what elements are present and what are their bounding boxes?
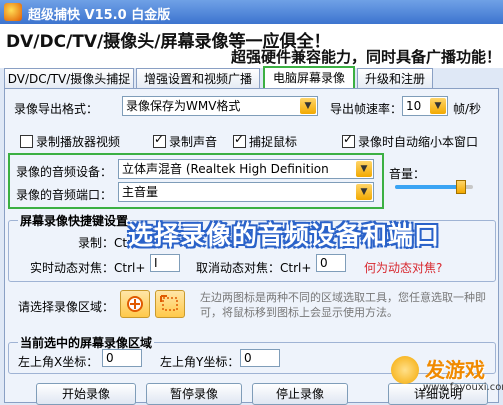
auto-minimize-label: 录像时自动缩小本窗口 xyxy=(358,135,479,149)
title-bar: 超级捕快 V15.0 白金版 xyxy=(0,0,503,24)
capture-mouse-label: 捕捉鼠标 xyxy=(249,135,298,149)
audio-port-label: 录像的音频端口： xyxy=(16,188,113,202)
fps-unit: 帧/秒 xyxy=(453,102,482,116)
auto-minimize-checkbox[interactable] xyxy=(342,132,355,148)
volume-slider-fill xyxy=(395,185,462,189)
fps-label: 导出帧速率： xyxy=(330,102,403,116)
region-label: 请选择录像区域： xyxy=(18,300,115,314)
watermark-text: 发游戏 xyxy=(425,358,485,382)
watermark-logo-icon xyxy=(391,356,419,384)
audio-port-select[interactable]: 主音量 ▼ xyxy=(118,182,374,202)
banner-line-2: 超强硬件兼容能力，同时具备广播功能！ xyxy=(231,48,502,66)
x-coord-label: 左上角X坐标： xyxy=(18,355,99,369)
volume-slider-thumb[interactable] xyxy=(456,180,467,194)
start-recording-button[interactable]: 开始录像 xyxy=(36,383,136,405)
watermark: 发游戏 www.fayouxi.com xyxy=(385,352,503,403)
record-sound-checkbox[interactable] xyxy=(153,132,166,148)
export-format-value: 录像保存为WMV格式 xyxy=(126,99,241,113)
dynamic-focus-help-link[interactable]: 何为动态对焦? xyxy=(364,259,442,276)
y-coord-label: 左上角Y坐标： xyxy=(160,355,240,369)
audio-device-value: 立体声混音 (Realtek High Definition xyxy=(122,162,329,176)
live-focus-label: 实时动态对焦：Ctrl+ xyxy=(30,261,146,275)
audio-device-label: 录像的音频设备： xyxy=(16,165,113,179)
audio-port-value: 主音量 xyxy=(122,185,159,199)
tab-enhanced-settings[interactable]: 增强设置和视频广播 xyxy=(136,68,260,88)
export-format-label: 录像导出格式： xyxy=(14,102,99,116)
live-focus-input[interactable]: I xyxy=(150,254,180,272)
rectangle-select-icon xyxy=(160,295,178,311)
volume-slider[interactable] xyxy=(395,180,473,194)
dropdown-arrow-icon[interactable]: ▼ xyxy=(300,98,316,114)
dropdown-arrow-icon[interactable]: ▼ xyxy=(430,98,446,114)
fps-select[interactable]: 10 ▼ xyxy=(402,96,448,116)
rectangle-select-button[interactable] xyxy=(155,290,185,318)
pause-recording-button[interactable]: 暂停录像 xyxy=(146,383,242,405)
header-banner: DV/DC/TV/摄像头/屏幕录像等一应俱全！ 超强硬件兼容能力，同时具备广播功… xyxy=(0,24,503,68)
record-sound-label: 录制声音 xyxy=(169,135,218,149)
crosshair-select-button[interactable] xyxy=(120,290,150,318)
window-title: 超级捕快 V15.0 白金版 xyxy=(28,8,171,23)
fps-value: 10 xyxy=(406,99,422,113)
overlay-caption: 选择录像的音频设备和端口 xyxy=(128,221,441,250)
stop-recording-button[interactable]: 停止录像 xyxy=(252,383,348,405)
capture-mouse-checkbox[interactable] xyxy=(233,132,246,148)
crosshair-icon xyxy=(127,296,143,312)
y-coord-input[interactable]: 0 xyxy=(240,349,280,367)
export-format-select[interactable]: 录像保存为WMV格式 ▼ xyxy=(122,96,318,116)
dropdown-arrow-icon[interactable]: ▼ xyxy=(356,161,372,177)
cancel-focus-label: 取消动态对焦：Ctrl+ xyxy=(196,261,312,275)
audio-device-select[interactable]: 立体声混音 (Realtek High Definition ▼ xyxy=(118,159,374,179)
tab-upgrade-register[interactable]: 升级和注册 xyxy=(357,68,433,88)
x-coord-input[interactable]: 0 xyxy=(102,349,142,367)
record-player-video-label: 录制播放器视频 xyxy=(36,135,121,149)
tab-capture[interactable]: DV/DC/TV/摄像头捕捉 xyxy=(4,68,134,88)
dropdown-arrow-icon[interactable]: ▼ xyxy=(356,184,372,200)
app-logo-icon xyxy=(4,3,22,21)
volume-label: 音量： xyxy=(389,167,426,181)
watermark-url: www.fayouxi.com xyxy=(423,382,503,393)
hotkey-group-title: 屏幕录像快捷键设置 xyxy=(18,212,131,229)
tab-screen-recording[interactable]: 电脑屏幕录像 xyxy=(263,66,355,90)
cancel-focus-input[interactable]: 0 xyxy=(316,254,346,272)
record-player-video-checkbox[interactable] xyxy=(20,135,33,148)
region-hint: 左边两图标是两种不同的区域选取工具，您任意选取一种即可，将鼠标移到图标上会显示使… xyxy=(200,291,486,319)
